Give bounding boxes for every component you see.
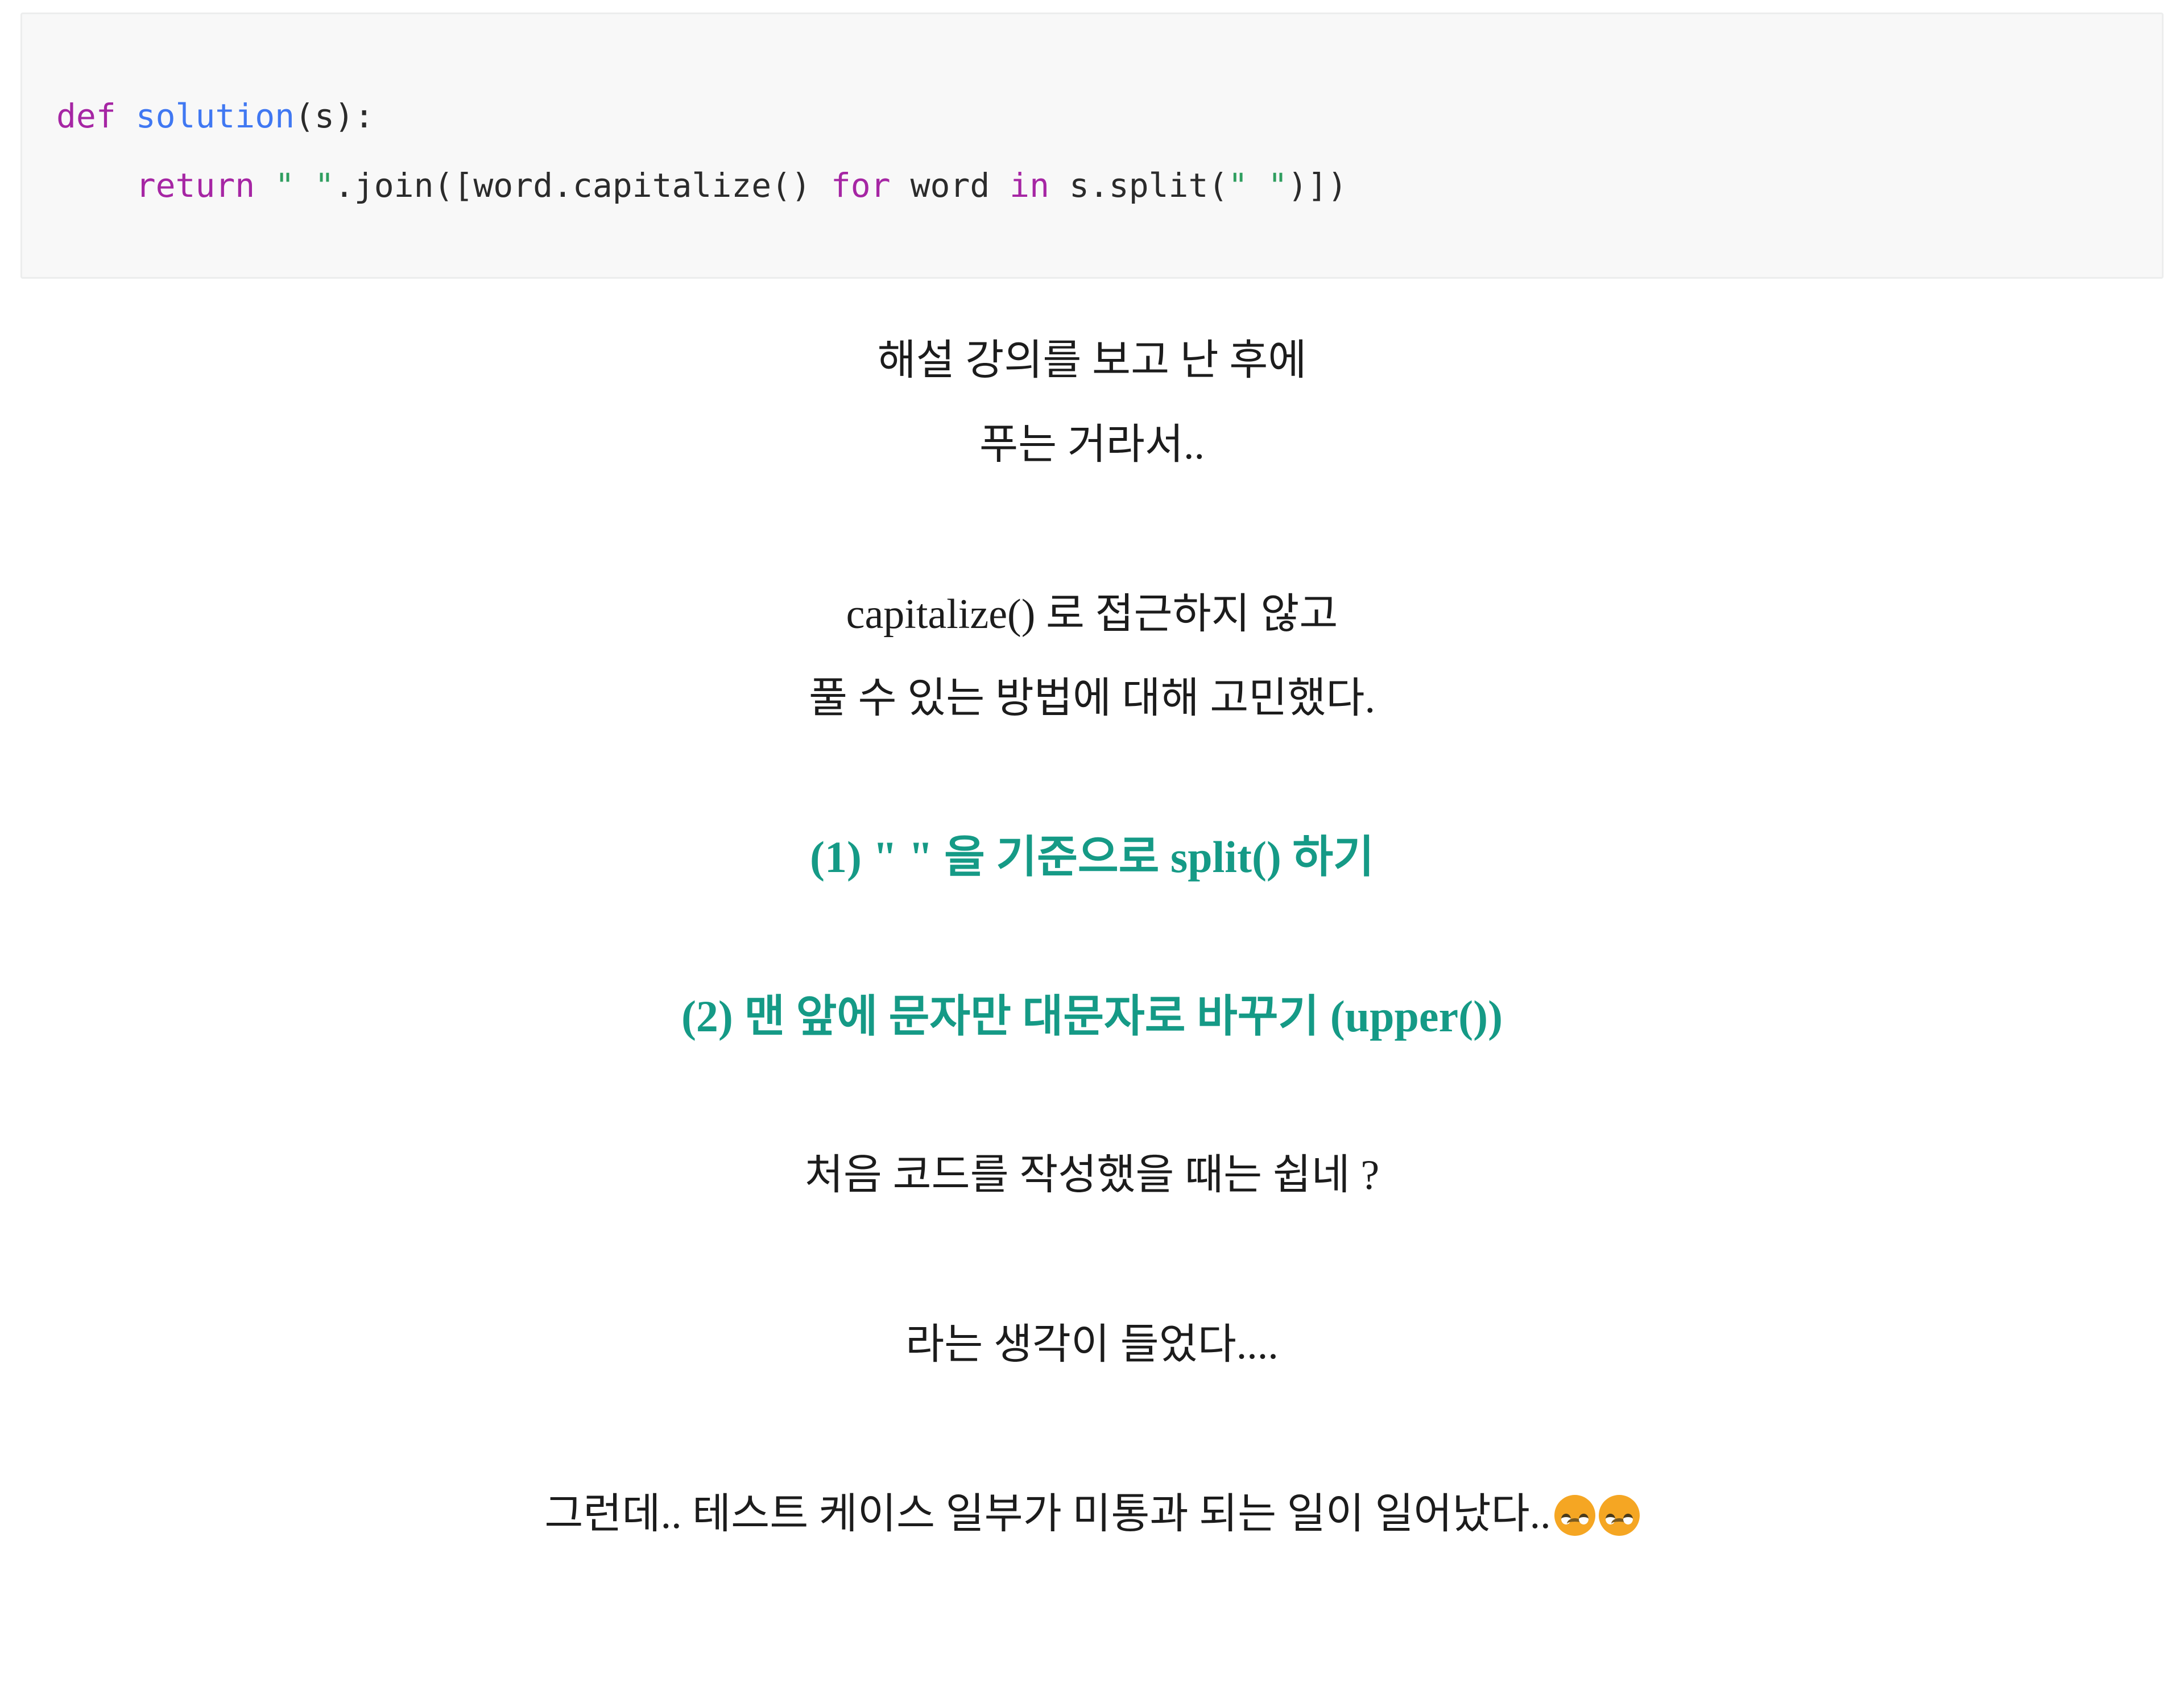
paragraph-failure: 그런데.. 테스트 케이스 일부가 미통과 되는 일이 일어났다.. bbox=[0, 1472, 2184, 1556]
blog-post-page: def solution(s): return " ".join([word.c… bbox=[0, 0, 2184, 1694]
paragraph-first-impression: 처음 코드를 작성했을 때는 쉽네 ? bbox=[804, 1152, 1380, 1199]
code-token-word: word bbox=[910, 166, 1010, 205]
code-token-solution: solution bbox=[135, 97, 295, 135]
code-content: def solution(s): return " ".join([word.c… bbox=[22, 14, 2162, 220]
paragraph-intro: 해설 강의를 보고 난 후에 푸는 거라서.. bbox=[0, 319, 2184, 487]
paragraph-approach-line-1: capitalize() 로 접근하지 않고 bbox=[846, 591, 1338, 638]
code-token-params: (s): bbox=[295, 97, 374, 135]
code-token-def: def bbox=[56, 97, 136, 135]
paragraph-thought: 라는 생각이 들었다.... bbox=[905, 1321, 1279, 1368]
paragraph-failure-text: 그런데.. 테스트 케이스 일부가 미통과 되는 일이 일어났다.. bbox=[544, 1491, 1551, 1538]
paragraph-intro-line-2: 푸는 거라서.. bbox=[979, 422, 1205, 468]
paragraph-approach: capitalize() 로 접근하지 않고 풀 수 있는 방법에 대해 고민했… bbox=[0, 572, 2184, 741]
paragraph-approach-line-2: 풀 수 있는 방법에 대해 고민했다. bbox=[808, 675, 1376, 722]
disappointed-face-icon-1 bbox=[1554, 1495, 1595, 1536]
step-2-heading: (2) 맨 앞에 문자만 대문자로 바꾸기 (upper()) bbox=[681, 991, 1503, 1041]
code-token-string-arg: " " bbox=[1228, 166, 1288, 205]
paragraph-intro-line-1: 해설 강의를 보고 난 후에 bbox=[877, 337, 1307, 384]
code-token-closers: )]) bbox=[1288, 166, 1347, 205]
code-token-for: for bbox=[830, 166, 911, 205]
disappointed-face-icon-2 bbox=[1598, 1495, 1640, 1536]
code-token-return: return bbox=[135, 166, 275, 205]
code-token-split-call: s.split( bbox=[1069, 166, 1228, 205]
post-body: 해설 강의를 보고 난 후에 푸는 거라서.. capitalize() 로 접… bbox=[0, 319, 2184, 1556]
code-token-in: in bbox=[1010, 166, 1069, 205]
step-1-heading: (1) " " 을 기준으로 split() 하기 bbox=[810, 832, 1374, 882]
code-token-string-sep: " " bbox=[275, 166, 334, 205]
code-block: def solution(s): return " ".join([word.c… bbox=[20, 13, 2164, 279]
code-token-join-call: .join([word.capitalize() bbox=[334, 166, 831, 205]
code-token-indent bbox=[56, 166, 136, 205]
